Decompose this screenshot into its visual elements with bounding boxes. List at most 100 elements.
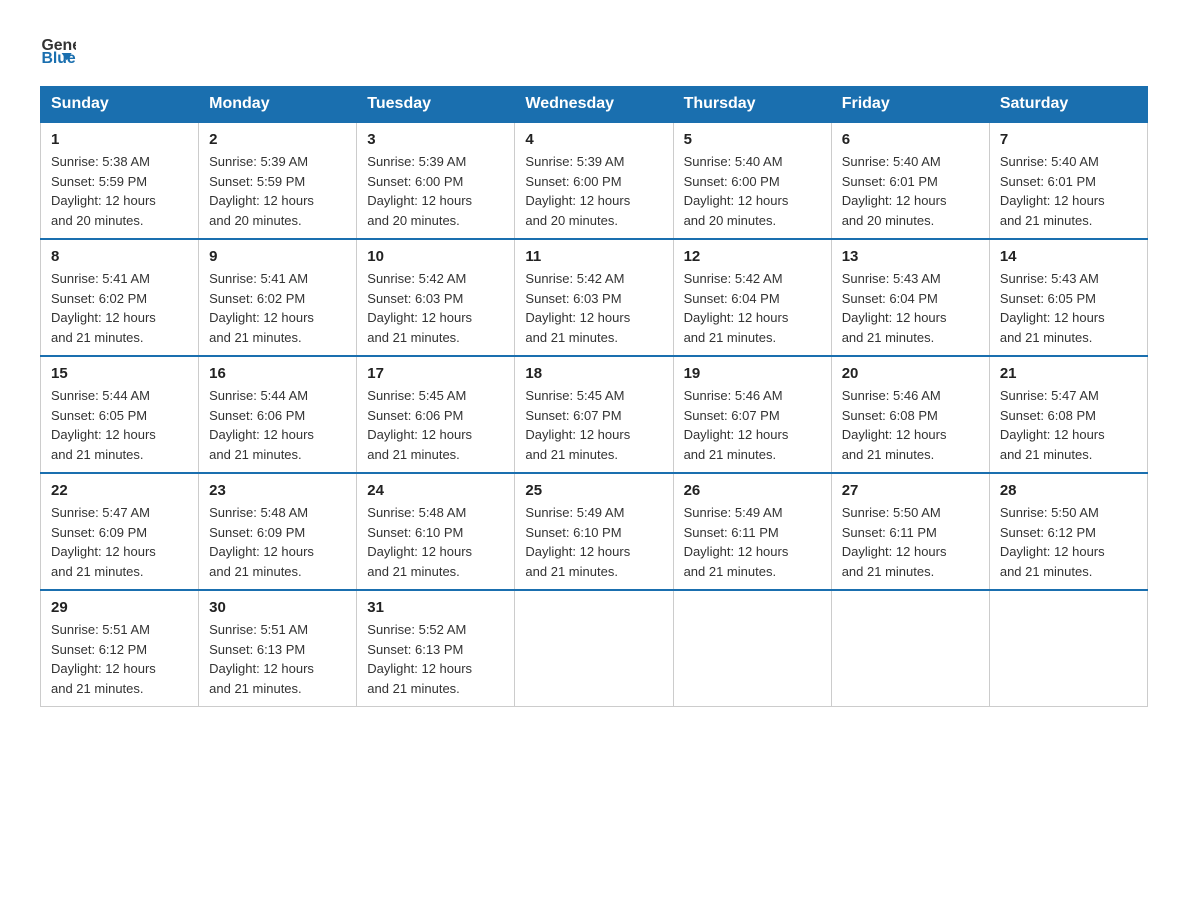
calendar-cell: 24 Sunrise: 5:48 AMSunset: 6:10 PMDaylig… xyxy=(357,473,515,590)
day-info: Sunrise: 5:45 AMSunset: 6:06 PMDaylight:… xyxy=(367,388,472,462)
calendar-cell: 1 Sunrise: 5:38 AMSunset: 5:59 PMDayligh… xyxy=(41,122,199,239)
day-info: Sunrise: 5:39 AMSunset: 5:59 PMDaylight:… xyxy=(209,154,314,228)
day-info: Sunrise: 5:40 AMSunset: 6:00 PMDaylight:… xyxy=(684,154,789,228)
day-info: Sunrise: 5:48 AMSunset: 6:09 PMDaylight:… xyxy=(209,505,314,579)
calendar-cell: 11 Sunrise: 5:42 AMSunset: 6:03 PMDaylig… xyxy=(515,239,673,356)
calendar-cell: 16 Sunrise: 5:44 AMSunset: 6:06 PMDaylig… xyxy=(199,356,357,473)
day-info: Sunrise: 5:49 AMSunset: 6:10 PMDaylight:… xyxy=(525,505,630,579)
day-number: 2 xyxy=(209,131,346,148)
calendar-cell: 6 Sunrise: 5:40 AMSunset: 6:01 PMDayligh… xyxy=(831,122,989,239)
day-info: Sunrise: 5:43 AMSunset: 6:05 PMDaylight:… xyxy=(1000,271,1105,345)
day-info: Sunrise: 5:47 AMSunset: 6:08 PMDaylight:… xyxy=(1000,388,1105,462)
calendar-cell: 4 Sunrise: 5:39 AMSunset: 6:00 PMDayligh… xyxy=(515,122,673,239)
day-header-wednesday: Wednesday xyxy=(515,87,673,123)
calendar-cell: 20 Sunrise: 5:46 AMSunset: 6:08 PMDaylig… xyxy=(831,356,989,473)
day-info: Sunrise: 5:42 AMSunset: 6:03 PMDaylight:… xyxy=(367,271,472,345)
day-info: Sunrise: 5:46 AMSunset: 6:08 PMDaylight:… xyxy=(842,388,947,462)
svg-text:Blue: Blue xyxy=(41,50,75,66)
calendar-cell: 9 Sunrise: 5:41 AMSunset: 6:02 PMDayligh… xyxy=(199,239,357,356)
day-info: Sunrise: 5:40 AMSunset: 6:01 PMDaylight:… xyxy=(842,154,947,228)
logo-icon: General Blue xyxy=(40,30,76,66)
day-header-friday: Friday xyxy=(831,87,989,123)
day-number: 1 xyxy=(51,131,188,148)
day-number: 24 xyxy=(367,482,504,499)
calendar-cell: 12 Sunrise: 5:42 AMSunset: 6:04 PMDaylig… xyxy=(673,239,831,356)
calendar-cell: 19 Sunrise: 5:46 AMSunset: 6:07 PMDaylig… xyxy=(673,356,831,473)
calendar-cell: 21 Sunrise: 5:47 AMSunset: 6:08 PMDaylig… xyxy=(989,356,1147,473)
day-number: 7 xyxy=(1000,131,1137,148)
calendar-cell xyxy=(989,590,1147,707)
calendar-cell xyxy=(673,590,831,707)
day-info: Sunrise: 5:39 AMSunset: 6:00 PMDaylight:… xyxy=(367,154,472,228)
day-number: 25 xyxy=(525,482,662,499)
day-info: Sunrise: 5:42 AMSunset: 6:03 PMDaylight:… xyxy=(525,271,630,345)
day-info: Sunrise: 5:43 AMSunset: 6:04 PMDaylight:… xyxy=(842,271,947,345)
day-info: Sunrise: 5:46 AMSunset: 6:07 PMDaylight:… xyxy=(684,388,789,462)
day-info: Sunrise: 5:38 AMSunset: 5:59 PMDaylight:… xyxy=(51,154,156,228)
day-info: Sunrise: 5:45 AMSunset: 6:07 PMDaylight:… xyxy=(525,388,630,462)
calendar-cell xyxy=(831,590,989,707)
page-header: General Blue xyxy=(40,30,1148,66)
calendar-cell: 22 Sunrise: 5:47 AMSunset: 6:09 PMDaylig… xyxy=(41,473,199,590)
day-number: 3 xyxy=(367,131,504,148)
calendar-cell: 27 Sunrise: 5:50 AMSunset: 6:11 PMDaylig… xyxy=(831,473,989,590)
day-number: 26 xyxy=(684,482,821,499)
day-number: 30 xyxy=(209,599,346,616)
calendar-cell: 23 Sunrise: 5:48 AMSunset: 6:09 PMDaylig… xyxy=(199,473,357,590)
calendar-cell: 8 Sunrise: 5:41 AMSunset: 6:02 PMDayligh… xyxy=(41,239,199,356)
day-number: 16 xyxy=(209,365,346,382)
day-number: 31 xyxy=(367,599,504,616)
day-info: Sunrise: 5:41 AMSunset: 6:02 PMDaylight:… xyxy=(51,271,156,345)
day-number: 8 xyxy=(51,248,188,265)
day-number: 4 xyxy=(525,131,662,148)
calendar-cell: 15 Sunrise: 5:44 AMSunset: 6:05 PMDaylig… xyxy=(41,356,199,473)
calendar-cell: 14 Sunrise: 5:43 AMSunset: 6:05 PMDaylig… xyxy=(989,239,1147,356)
day-number: 13 xyxy=(842,248,979,265)
day-info: Sunrise: 5:42 AMSunset: 6:04 PMDaylight:… xyxy=(684,271,789,345)
day-info: Sunrise: 5:44 AMSunset: 6:06 PMDaylight:… xyxy=(209,388,314,462)
day-header-sunday: Sunday xyxy=(41,87,199,123)
day-number: 19 xyxy=(684,365,821,382)
day-number: 5 xyxy=(684,131,821,148)
calendar-cell: 31 Sunrise: 5:52 AMSunset: 6:13 PMDaylig… xyxy=(357,590,515,707)
day-number: 17 xyxy=(367,365,504,382)
day-header-thursday: Thursday xyxy=(673,87,831,123)
day-number: 15 xyxy=(51,365,188,382)
calendar-cell: 2 Sunrise: 5:39 AMSunset: 5:59 PMDayligh… xyxy=(199,122,357,239)
calendar-table: SundayMondayTuesdayWednesdayThursdayFrid… xyxy=(40,86,1148,707)
day-number: 27 xyxy=(842,482,979,499)
day-number: 10 xyxy=(367,248,504,265)
calendar-cell: 7 Sunrise: 5:40 AMSunset: 6:01 PMDayligh… xyxy=(989,122,1147,239)
calendar-cell: 10 Sunrise: 5:42 AMSunset: 6:03 PMDaylig… xyxy=(357,239,515,356)
calendar-cell xyxy=(515,590,673,707)
day-number: 6 xyxy=(842,131,979,148)
calendar-cell: 29 Sunrise: 5:51 AMSunset: 6:12 PMDaylig… xyxy=(41,590,199,707)
day-info: Sunrise: 5:40 AMSunset: 6:01 PMDaylight:… xyxy=(1000,154,1105,228)
day-info: Sunrise: 5:52 AMSunset: 6:13 PMDaylight:… xyxy=(367,622,472,696)
calendar-cell: 25 Sunrise: 5:49 AMSunset: 6:10 PMDaylig… xyxy=(515,473,673,590)
day-number: 21 xyxy=(1000,365,1137,382)
day-info: Sunrise: 5:47 AMSunset: 6:09 PMDaylight:… xyxy=(51,505,156,579)
day-header-saturday: Saturday xyxy=(989,87,1147,123)
day-info: Sunrise: 5:44 AMSunset: 6:05 PMDaylight:… xyxy=(51,388,156,462)
day-number: 14 xyxy=(1000,248,1137,265)
day-info: Sunrise: 5:50 AMSunset: 6:12 PMDaylight:… xyxy=(1000,505,1105,579)
calendar-cell: 17 Sunrise: 5:45 AMSunset: 6:06 PMDaylig… xyxy=(357,356,515,473)
logo: General Blue xyxy=(40,30,78,66)
calendar-cell: 28 Sunrise: 5:50 AMSunset: 6:12 PMDaylig… xyxy=(989,473,1147,590)
day-number: 23 xyxy=(209,482,346,499)
day-info: Sunrise: 5:51 AMSunset: 6:12 PMDaylight:… xyxy=(51,622,156,696)
day-number: 20 xyxy=(842,365,979,382)
day-info: Sunrise: 5:39 AMSunset: 6:00 PMDaylight:… xyxy=(525,154,630,228)
calendar-cell: 18 Sunrise: 5:45 AMSunset: 6:07 PMDaylig… xyxy=(515,356,673,473)
day-info: Sunrise: 5:41 AMSunset: 6:02 PMDaylight:… xyxy=(209,271,314,345)
day-info: Sunrise: 5:51 AMSunset: 6:13 PMDaylight:… xyxy=(209,622,314,696)
day-header-tuesday: Tuesday xyxy=(357,87,515,123)
day-number: 29 xyxy=(51,599,188,616)
calendar-cell: 3 Sunrise: 5:39 AMSunset: 6:00 PMDayligh… xyxy=(357,122,515,239)
day-number: 11 xyxy=(525,248,662,265)
calendar-cell: 30 Sunrise: 5:51 AMSunset: 6:13 PMDaylig… xyxy=(199,590,357,707)
day-number: 12 xyxy=(684,248,821,265)
calendar-cell: 26 Sunrise: 5:49 AMSunset: 6:11 PMDaylig… xyxy=(673,473,831,590)
day-number: 28 xyxy=(1000,482,1137,499)
